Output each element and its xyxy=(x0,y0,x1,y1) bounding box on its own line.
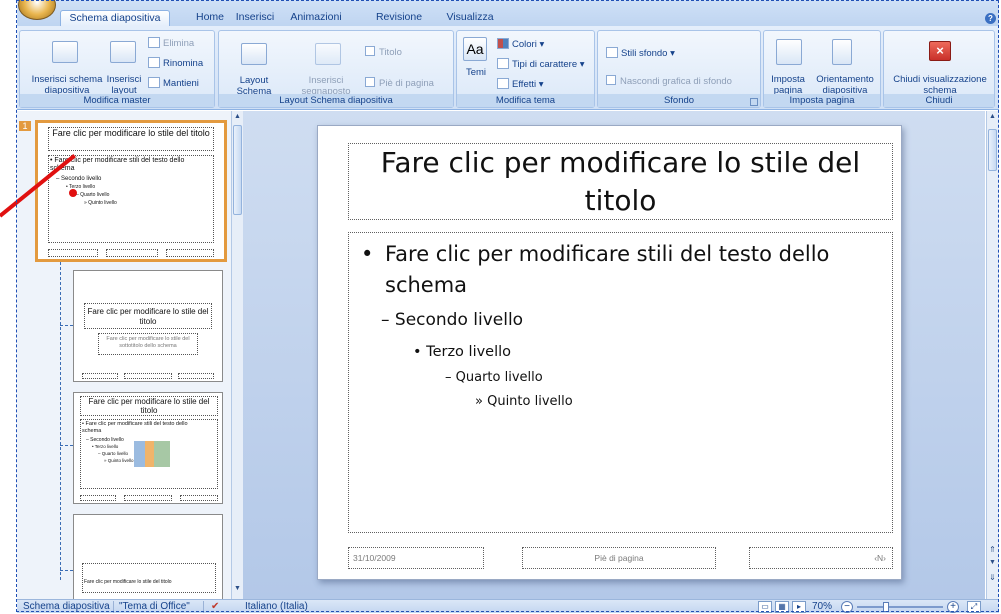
selection-border xyxy=(16,0,999,612)
